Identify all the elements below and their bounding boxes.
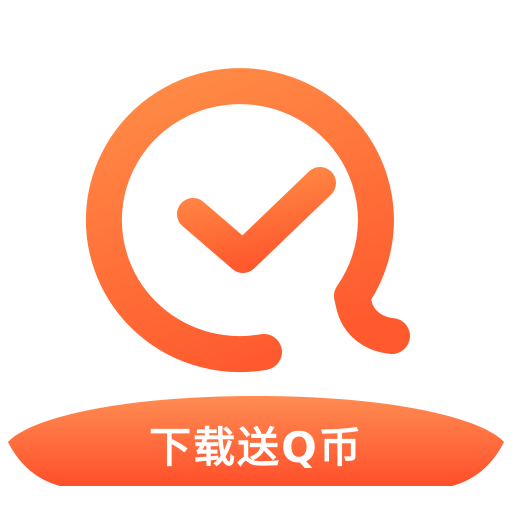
promo-banner-text: 下载送Q币 [149,423,363,472]
q-ring-icon [85,68,410,373]
app-icon: 下载送Q币 [0,0,512,512]
checkmark-icon [177,167,336,273]
